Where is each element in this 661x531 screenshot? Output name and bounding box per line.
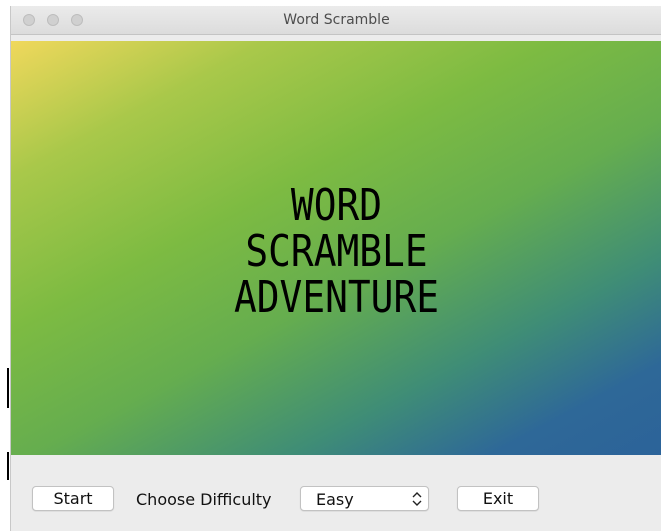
up-down-chevron-icon (412, 492, 422, 506)
difficulty-select[interactable]: Easy (300, 486, 429, 511)
headline-line-3: ADVENTURE (233, 272, 440, 323)
exit-button[interactable]: Exit (457, 486, 539, 511)
window-title: Word Scramble (283, 12, 390, 28)
desktop-edge-mark (7, 452, 9, 480)
title-bar[interactable]: Word Scramble (11, 6, 661, 35)
title-banner: WORD SCRAMBLE ADVENTURE (11, 41, 661, 455)
app-window: Word Scramble WORD SCRAMBLE ADVENTURE St… (10, 6, 661, 531)
start-button[interactable]: Start (32, 486, 114, 511)
control-bar: Start Choose Difficulty Easy Exit (11, 455, 661, 531)
difficulty-label: Choose Difficulty (136, 490, 272, 509)
difficulty-selected-value: Easy (316, 490, 354, 509)
headline-line-1: WORD (290, 180, 383, 231)
desktop-edge-mark (7, 368, 9, 408)
headline-line-2: SCRAMBLE (245, 226, 428, 277)
game-headline: WORD SCRAMBLE ADVENTURE (57, 183, 617, 321)
